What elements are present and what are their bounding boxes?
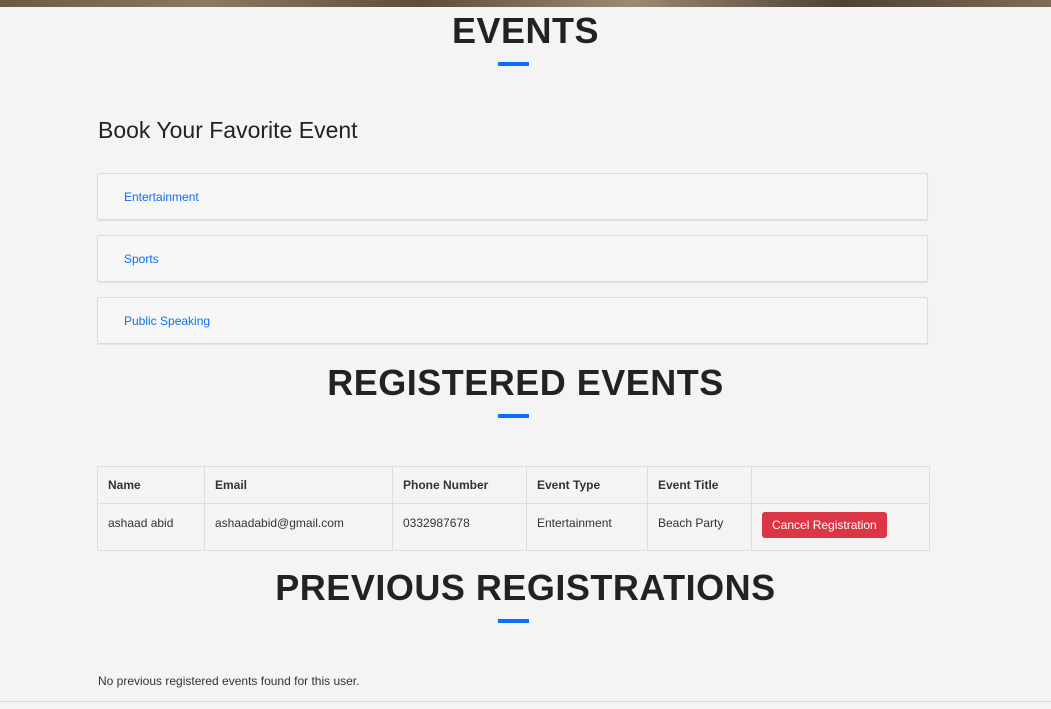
category-link-public-speaking[interactable]: Public Speaking [124,314,210,328]
previous-title-underline [498,619,529,623]
category-link-sports[interactable]: Sports [124,252,159,266]
cell-phone: 0332987678 [392,503,527,551]
column-header-email: Email [204,466,393,504]
no-previous-registrations-message: No previous registered events found for … [98,674,360,688]
category-public-speaking[interactable]: Public Speaking [97,297,928,344]
cell-event-type: Entertainment [526,503,648,551]
book-event-subtitle: Book Your Favorite Event [98,117,358,143]
events-title-underline [498,62,529,66]
cancel-registration-button[interactable]: Cancel Registration [762,512,887,538]
registered-title-underline [498,414,529,418]
cell-actions: Cancel Registration [751,503,930,551]
hero-image-strip [0,0,1051,7]
cell-name: ashaad abid [97,503,205,551]
events-title: EVENTS [451,10,600,51]
registered-events-title: REGISTERED EVENTS [327,362,724,403]
cell-event-title: Beach Party [647,503,752,551]
column-header-event-title: Event Title [647,466,752,504]
column-header-phone: Phone Number [392,466,527,504]
registered-events-table: Name Email Phone Number Event Type Event… [97,466,930,551]
category-link-entertainment[interactable]: Entertainment [124,190,199,204]
category-entertainment[interactable]: Entertainment [97,173,928,220]
column-header-name: Name [97,466,205,504]
previous-registrations-title: PREVIOUS REGISTRATIONS [275,567,776,608]
category-sports[interactable]: Sports [97,235,928,282]
cell-email: ashaadabid@gmail.com [204,503,393,551]
footer-divider [0,701,1051,702]
column-header-actions [751,466,930,504]
column-header-event-type: Event Type [526,466,648,504]
table-row: ashaad abid ashaadabid@gmail.com 0332987… [97,503,930,551]
table-header-row: Name Email Phone Number Event Type Event… [97,466,930,504]
